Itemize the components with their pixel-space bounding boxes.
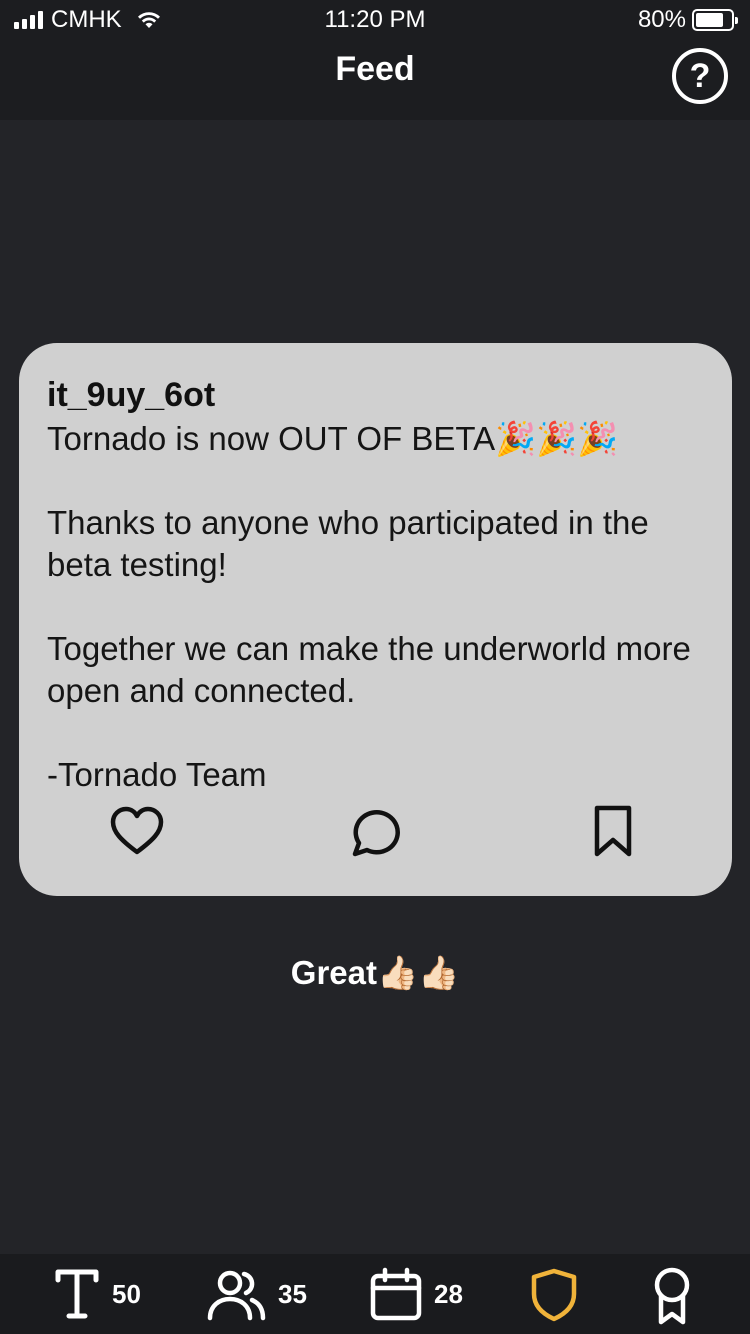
tab-text[interactable]: 50 — [52, 1266, 141, 1322]
tab-award[interactable] — [648, 1266, 696, 1326]
wifi-icon — [137, 12, 160, 28]
calendar-icon — [370, 1267, 422, 1321]
page-title: Feed — [335, 50, 415, 88]
text-count: 50 — [112, 1278, 141, 1309]
battery-level — [696, 13, 724, 27]
help-button[interactable]: ? — [672, 48, 728, 104]
tab-people[interactable]: 35 — [206, 1266, 307, 1322]
battery-icon — [692, 9, 738, 31]
question-icon: ? — [689, 56, 711, 95]
calendar-count: 28 — [434, 1278, 463, 1309]
post-body: Tornado is now OUT OF BETA🎉🎉🎉 Thanks to … — [47, 420, 691, 793]
carrier-label: CMHK — [51, 6, 122, 33]
signal-icon — [14, 11, 43, 29]
comment-text: Great👍🏻👍🏻 — [290, 954, 460, 991]
shield-icon — [531, 1268, 577, 1322]
comment-icon[interactable] — [345, 802, 405, 862]
tab-calendar[interactable]: 28 — [368, 1266, 463, 1322]
tab-shield[interactable] — [528, 1266, 580, 1322]
battery-percent: 80% — [637, 6, 686, 33]
people-count: 35 — [278, 1278, 307, 1309]
heart-icon[interactable] — [107, 802, 167, 862]
bookmark-icon[interactable] — [583, 802, 643, 862]
status-bar: CMHK 11:20 PM 80% — [0, 0, 750, 40]
people-icon — [207, 1270, 266, 1321]
nav-bar: Feed ? — [0, 40, 750, 120]
tab-bar: 50 35 28 — [0, 1254, 750, 1334]
post-username: it_9uy_6ot — [47, 376, 216, 414]
award-icon — [654, 1267, 690, 1325]
feed-screen: CMHK 11:20 PM 80% Feed ? it_9uy_6ot Torn… — [0, 0, 750, 1334]
post-card[interactable]: it_9uy_6ot Tornado is now OUT OF BETA🎉🎉🎉… — [19, 343, 732, 896]
text-icon — [55, 1269, 99, 1319]
post-actions — [19, 796, 732, 896]
